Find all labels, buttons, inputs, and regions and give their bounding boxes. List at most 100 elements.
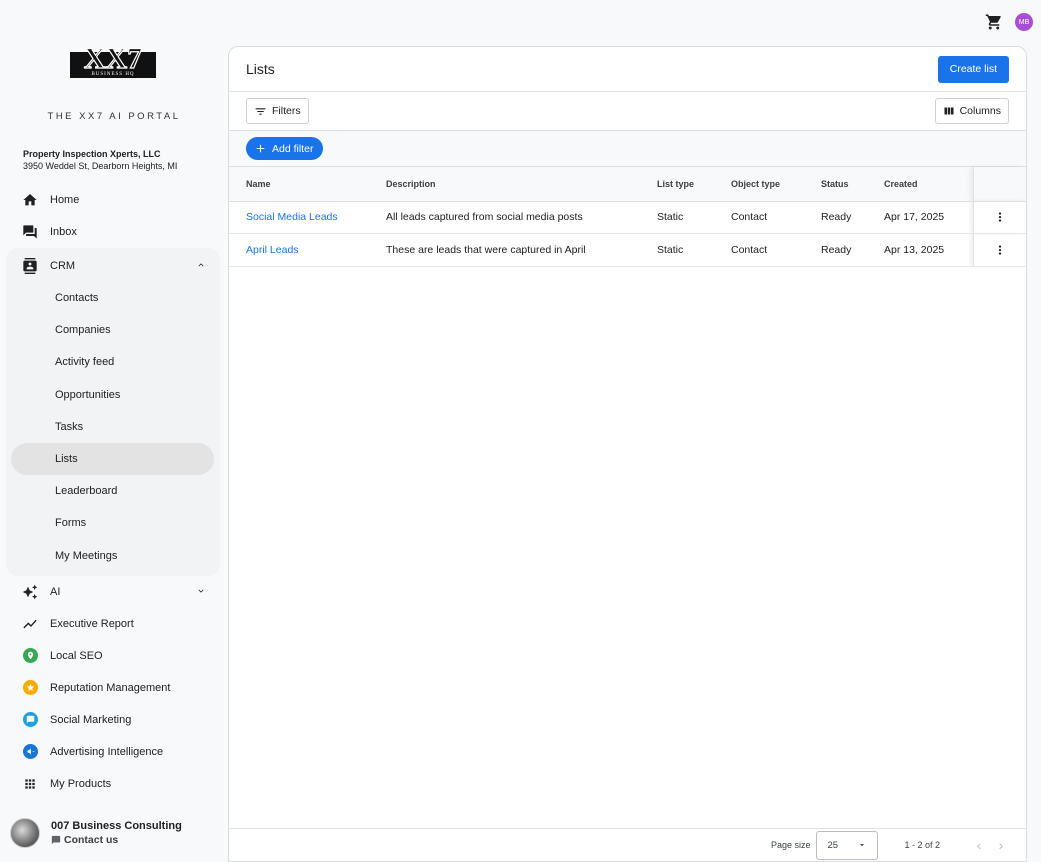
nav-crm-tasks[interactable]: Tasks	[11, 411, 214, 443]
nav-crm-activity-feed[interactable]: Activity feed	[11, 346, 214, 378]
list-type: Static	[657, 233, 731, 267]
add-filter-button[interactable]: Add filter	[246, 137, 324, 160]
table-header-row: Name Description List type Object type S…	[229, 167, 1026, 202]
megaphone-icon	[22, 744, 38, 760]
sparkle-icon	[22, 584, 38, 600]
col-status-header[interactable]: Status	[821, 167, 884, 202]
lists-panel: Lists Create list Filters Columns Add fi…	[228, 46, 1027, 862]
account-footer[interactable]: 007 Business Consulting Contact us	[10, 818, 182, 848]
filters-button[interactable]: Filters	[246, 98, 309, 124]
col-created-header[interactable]: Created	[884, 167, 973, 202]
nav-advertising-label: Advertising Intelligence	[50, 745, 164, 758]
more-vert-icon[interactable]	[974, 202, 1027, 234]
company-info: Property Inspection Xperts, LLC 3950 Wed…	[23, 148, 177, 172]
contact-us-link[interactable]: Contact us	[51, 834, 182, 846]
col-object-type-header[interactable]: Object type	[731, 167, 821, 202]
brand-logo[interactable]: XX7 BUSINESS HQ	[70, 36, 156, 78]
nav-home[interactable]: Home	[0, 184, 228, 216]
object-type: Contact	[731, 201, 821, 234]
pagination-bar: Page size 25 1 - 2 of 2 ‹ ›	[229, 828, 1026, 861]
next-page-icon[interactable]: ›	[990, 837, 1012, 853]
table-row: Social Media Leads All leads captured fr…	[229, 201, 1026, 234]
nav-executive-report[interactable]: Executive Report	[0, 608, 228, 640]
col-description-header[interactable]: Description	[386, 167, 657, 202]
created-date: Apr 13, 2025	[884, 233, 973, 267]
chevron-down-icon[interactable]	[196, 586, 206, 599]
nav-social-marketing[interactable]: Social Marketing	[0, 704, 228, 736]
home-icon	[22, 192, 38, 208]
nav-crm[interactable]: CRM	[6, 250, 220, 282]
nav-crm-opportunities[interactable]: Opportunities	[11, 379, 214, 411]
list-type: Static	[657, 201, 731, 234]
nav-reputation-label: Reputation Management	[50, 681, 171, 694]
top-utility-bar: MB	[983, 10, 1033, 34]
col-list-type-header[interactable]: List type	[657, 167, 731, 202]
chat-icon	[22, 224, 38, 240]
user-avatar[interactable]: MB	[1015, 13, 1033, 31]
nav-crm-companies[interactable]: Companies	[11, 314, 214, 346]
filter-bar: Add filter	[229, 131, 1026, 167]
logo-mark: XX7	[84, 42, 142, 75]
portal-title: THE XX7 AI PORTAL	[47, 111, 181, 122]
nav-my-products[interactable]: My Products	[0, 768, 228, 800]
prev-page-icon[interactable]: ‹	[968, 837, 990, 853]
columns-icon	[944, 107, 954, 115]
nav-advertising-intelligence[interactable]: Advertising Intelligence	[0, 736, 228, 768]
dropdown-arrow-icon	[860, 844, 865, 847]
page-range: 1 - 2 of 2	[904, 840, 940, 850]
page-size-value: 25	[827, 839, 839, 851]
nav-reputation-management[interactable]: Reputation Management	[0, 672, 228, 704]
contact-us-label: Contact us	[64, 834, 119, 846]
page-size-label: Page size	[770, 840, 811, 850]
nav-crm-contacts[interactable]: Contacts	[11, 282, 214, 314]
nav-social-label: Social Marketing	[50, 713, 132, 726]
add-filter-label: Add filter	[272, 142, 314, 155]
page-size-select[interactable]: 25	[816, 830, 879, 860]
page-header: Lists Create list	[229, 47, 1026, 92]
col-name-header[interactable]: Name	[229, 167, 386, 202]
more-vert-icon[interactable]	[974, 234, 1027, 266]
filters-label: Filters	[272, 105, 301, 117]
trending-line-icon	[22, 616, 38, 632]
map-pin-icon	[22, 648, 38, 664]
nav-local-seo[interactable]: Local SEO	[0, 640, 228, 672]
chevron-up-icon[interactable]	[196, 260, 206, 273]
apps-grid-icon	[22, 776, 38, 792]
company-name: Property Inspection Xperts, LLC	[23, 149, 161, 159]
message-icon	[51, 835, 61, 845]
col-actions-header	[972, 167, 1026, 202]
nav-inbox[interactable]: Inbox	[0, 216, 228, 248]
speech-bubble-icon	[22, 712, 38, 728]
columns-label: Columns	[959, 105, 1001, 117]
shopping-cart-icon[interactable]	[983, 11, 1005, 33]
filter-lines-icon	[255, 107, 266, 115]
nav-crm-forms[interactable]: Forms	[11, 507, 214, 539]
list-description: These are leads that were captured in Ap…	[386, 233, 657, 267]
nav-crm-leaderboard[interactable]: Leaderboard	[11, 475, 214, 507]
list-name-link[interactable]: April Leads	[246, 244, 299, 256]
created-date: Apr 17, 2025	[884, 201, 973, 234]
main-nav: Home Inbox CRM Contacts Companies Activi…	[0, 184, 228, 800]
star-icon	[22, 680, 38, 696]
create-list-button[interactable]: Create list	[937, 55, 1009, 83]
account-avatar	[10, 818, 40, 848]
lists-table: Name Description List type Object type S…	[229, 167, 1026, 267]
account-name: 007 Business Consulting	[51, 820, 182, 832]
nav-my-products-label: My Products	[50, 777, 112, 790]
list-status: Ready	[821, 233, 884, 267]
nav-home-label: Home	[50, 194, 80, 206]
nav-crm-my-meetings[interactable]: My Meetings	[11, 540, 214, 572]
contacts-book-icon	[22, 258, 38, 274]
table-toolbar: Filters Columns	[229, 92, 1026, 131]
page-title: Lists	[246, 61, 275, 77]
columns-button[interactable]: Columns	[934, 98, 1009, 124]
nav-executive-report-label: Executive Report	[50, 617, 134, 630]
list-name-link[interactable]: Social Media Leads	[246, 211, 338, 223]
crm-group: CRM Contacts Companies Activity feed Opp…	[6, 248, 220, 576]
row-actions-cell	[972, 233, 1027, 267]
sidebar: XX7 BUSINESS HQ THE XX7 AI PORTAL Proper…	[0, 0, 228, 862]
nav-ai[interactable]: AI	[0, 576, 228, 608]
nav-crm-lists[interactable]: Lists	[11, 442, 214, 476]
nav-crm-label: CRM	[50, 260, 76, 272]
nav-local-seo-label: Local SEO	[50, 649, 103, 662]
